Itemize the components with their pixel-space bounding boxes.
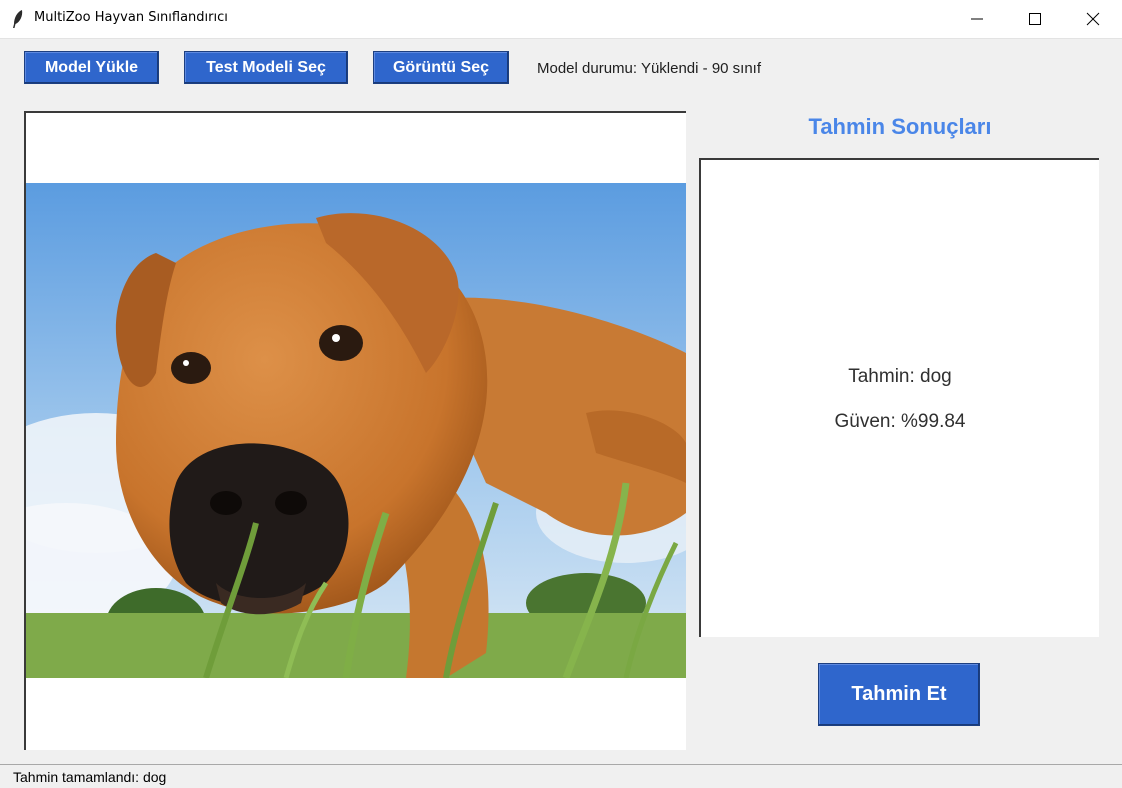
close-button[interactable] (1070, 0, 1116, 38)
minimize-button[interactable] (954, 0, 1000, 38)
prediction-label: Tahmin: dog (848, 366, 952, 387)
confidence-label: Güven: %99.84 (834, 411, 966, 432)
maximize-button[interactable] (1012, 0, 1058, 38)
window-title: MultiZoo Hayvan Sınıflandırıcı (34, 10, 228, 25)
predict-button[interactable]: Tahmin Et (818, 663, 980, 726)
status-bar: Tahmin tamamlandı: dog (0, 764, 1122, 788)
minimize-icon (971, 18, 983, 20)
select-image-button[interactable]: Görüntü Seç (373, 51, 509, 84)
feather-icon (13, 10, 23, 28)
maximize-icon (1029, 13, 1041, 25)
select-test-model-button[interactable]: Test Modeli Seç (184, 51, 348, 84)
model-status-label: Model durumu: Yüklendi - 90 sınıf (537, 60, 762, 77)
status-bar-text: Tahmin tamamlandı: dog (13, 769, 167, 785)
dog-photo (26, 183, 686, 678)
results-panel: Tahmin: dog Güven: %99.84 (699, 158, 1099, 637)
image-preview-panel (24, 111, 686, 750)
title-bar: MultiZoo Hayvan Sınıflandırıcı (0, 0, 1122, 39)
close-icon (1086, 12, 1100, 26)
load-model-button[interactable]: Model Yükle (24, 51, 159, 84)
results-title: Tahmin Sonuçları (808, 114, 992, 139)
